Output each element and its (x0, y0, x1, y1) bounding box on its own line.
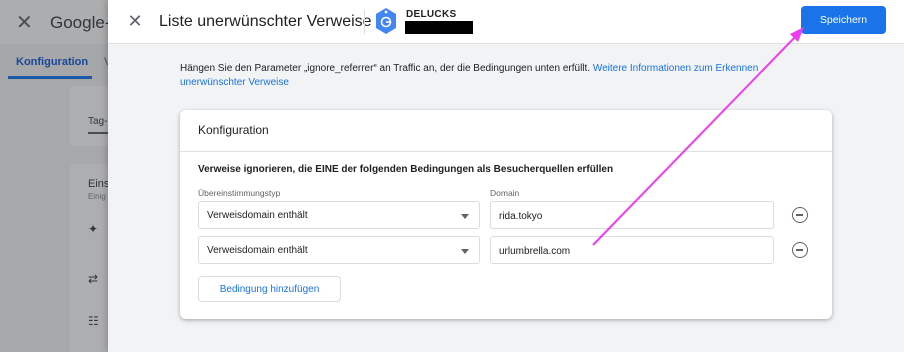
remove-condition-icon[interactable] (792, 242, 808, 258)
card-divider (180, 151, 832, 152)
domain-input[interactable] (499, 208, 759, 224)
match-type-label: Übereinstimmungstyp (198, 188, 281, 198)
match-type-value: Verweisdomain enthält (207, 245, 308, 256)
background-scrim (0, 0, 108, 352)
dropdown-arrow-icon (461, 214, 469, 219)
tag-manager-icon (376, 8, 396, 34)
rule-heading: Verweise ignorieren, die EINE der folgen… (198, 164, 614, 175)
description-text: Hängen Sie den Parameter „ignore_referre… (180, 63, 593, 74)
close-icon[interactable]: ✕ (124, 10, 146, 32)
redacted-account-id (405, 21, 473, 34)
remove-condition-icon[interactable] (792, 207, 808, 223)
panel-title: Liste unerwünschter Verweise (159, 13, 372, 30)
domain-field[interactable] (490, 201, 774, 229)
header-divider (364, 10, 365, 34)
match-type-value: Verweisdomain enthält (207, 210, 308, 221)
match-type-select[interactable]: Verweisdomain enthält (198, 201, 480, 229)
add-condition-button[interactable]: Bedingung hinzufügen (198, 276, 341, 302)
panel-header: ✕ Liste unerwünschter Verweise DELUCKS S… (108, 0, 904, 44)
configuration-card: Konfiguration Verweise ignorieren, die E… (180, 110, 832, 319)
match-type-select[interactable]: Verweisdomain enthält (198, 236, 480, 264)
unwanted-referrals-panel: ✕ Liste unerwünschter Verweise DELUCKS S… (108, 0, 904, 352)
dropdown-arrow-icon (461, 249, 469, 254)
save-button[interactable]: Speichern (801, 6, 886, 34)
domain-label: Domain (490, 188, 520, 198)
description: Hängen Sie den Parameter „ignore_referre… (180, 62, 790, 90)
account-name: DELUCKS (406, 9, 457, 20)
domain-field[interactable] (490, 236, 774, 264)
card-title: Konfiguration (198, 123, 269, 137)
domain-input[interactable] (499, 243, 759, 259)
